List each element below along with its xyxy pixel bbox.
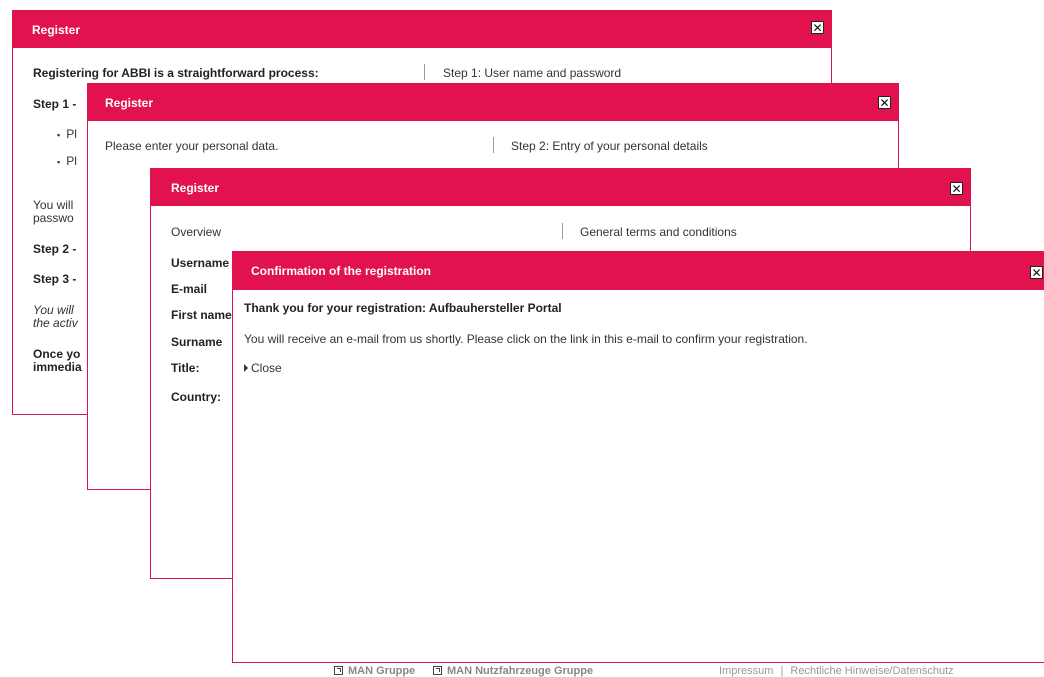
divider <box>424 64 425 80</box>
field-label-surname: Surname <box>171 335 223 349</box>
step1-label: Step 1 - <box>33 97 77 111</box>
dialog-header: Register ✕ <box>88 84 898 121</box>
list-item: Pl <box>57 127 77 141</box>
body-text: You will <box>33 198 74 212</box>
legal-link[interactable]: Rechtliche Hinweise/Datenschutz <box>790 665 953 677</box>
divider <box>562 223 563 239</box>
dialog-header: Confirmation of the registration ✕ <box>233 252 1044 290</box>
dialog-header: Register ✕ <box>151 169 970 206</box>
dialog-title: Register <box>171 180 220 195</box>
step-header: Step 1: User name and password <box>443 66 622 80</box>
footer-link-label: MAN Nutzfahrzeuge Gruppe <box>447 665 594 677</box>
field-label-username: Username <box>171 256 230 270</box>
footer-link-man-nutzfahrzeuge[interactable]: MAN Nutzfahrzeuge Gruppe <box>433 665 593 677</box>
dialog-title: Register <box>105 95 154 110</box>
footer-link-man-gruppe[interactable]: MAN Gruppe <box>334 665 415 677</box>
close-icon[interactable]: ✕ <box>811 21 824 34</box>
confirmation-dialog: Confirmation of the registration ✕ Thank… <box>232 251 1044 663</box>
list-item: Pl <box>57 154 77 168</box>
step2-label: Step 2 - <box>33 242 77 256</box>
field-label-email: E-mail <box>171 282 208 296</box>
footer-legal-links: Impressum | Rechtliche Hinweise/Datensch… <box>719 665 954 677</box>
close-link[interactable]: Close <box>244 361 282 375</box>
bold-text: immedia <box>33 360 82 374</box>
arrow-right-icon <box>244 364 248 372</box>
confirmation-message: You will receive an e-mail from us short… <box>244 332 808 346</box>
thanks-text: Thank you for your registration: Aufbauh… <box>244 301 562 315</box>
overview-label: Overview <box>171 225 222 239</box>
close-icon[interactable]: ✕ <box>878 96 891 109</box>
external-link-icon <box>334 666 343 675</box>
impressum-link[interactable]: Impressum <box>719 665 773 677</box>
intro-text: Registering for ABBI is a straightforwar… <box>33 66 319 80</box>
footer-link-label: MAN Gruppe <box>348 665 416 677</box>
external-link-icon <box>433 666 442 675</box>
field-label-first-name: First name <box>171 308 232 322</box>
note-text: You will <box>33 303 74 317</box>
body-text: passwo <box>33 211 74 225</box>
footer-separator: | <box>780 665 784 677</box>
close-icon[interactable]: ✕ <box>950 182 963 195</box>
close-icon[interactable]: ✕ <box>1030 266 1043 279</box>
terms-header: General terms and conditions <box>580 225 737 239</box>
divider <box>493 137 494 153</box>
dialog-title: Register <box>32 22 81 37</box>
intro-text: Please enter your personal data. <box>105 139 279 153</box>
bold-text: Once yo <box>33 347 81 361</box>
field-label-country: Country: <box>171 390 221 404</box>
step3-label: Step 3 - <box>33 272 77 286</box>
note-text: the activ <box>33 316 78 330</box>
field-label-title: Title: <box>171 361 200 375</box>
dialog-title: Confirmation of the registration <box>251 264 431 278</box>
close-link-label: Close <box>251 361 282 375</box>
dialog-header: Register ✕ <box>13 11 831 48</box>
step-header: Step 2: Entry of your personal details <box>511 139 708 153</box>
